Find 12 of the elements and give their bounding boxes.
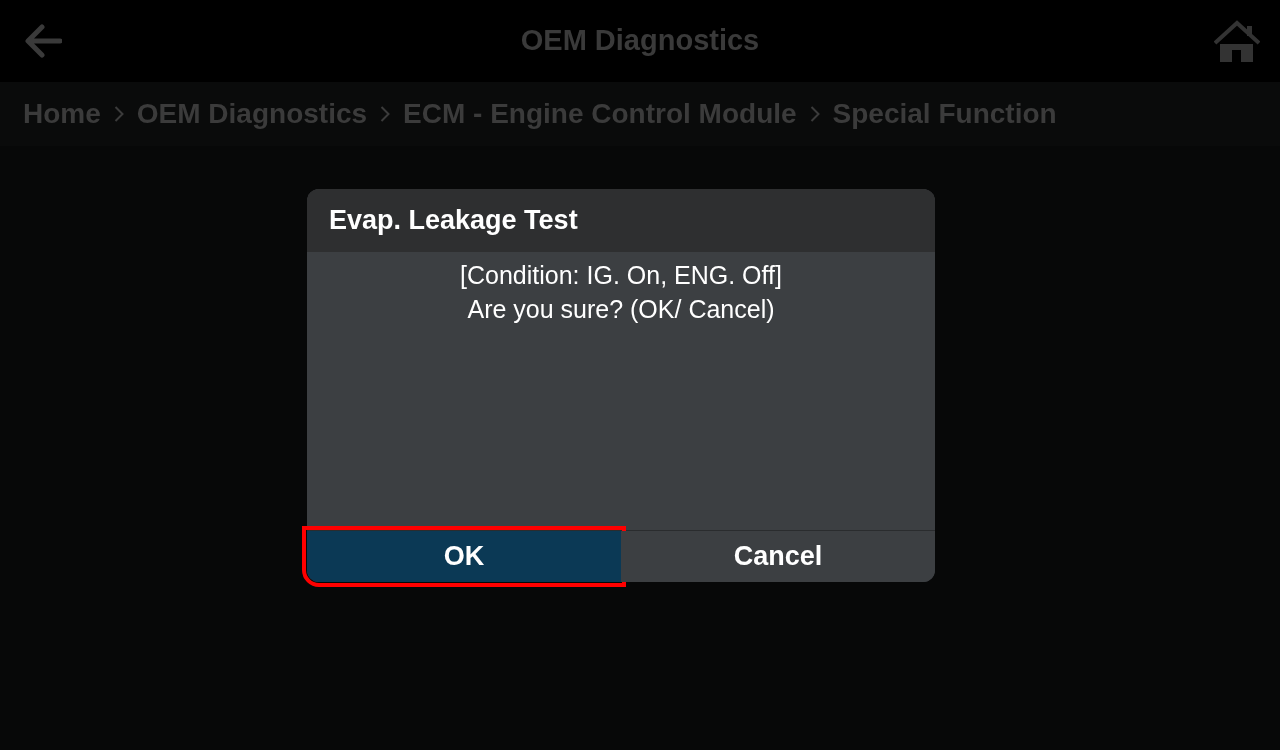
back-arrow-icon	[24, 24, 62, 58]
chevron-icon	[380, 105, 391, 123]
home-icon	[1214, 20, 1260, 62]
dialog-button[interactable]: Cancel	[621, 531, 935, 582]
chevron-icon	[113, 105, 124, 123]
home-button[interactable]	[1214, 20, 1260, 62]
dialog-message: [Condition: IG. On, ENG. Off]	[459, 260, 783, 291]
chevron-icon	[809, 105, 820, 123]
dialog-message: Are you sure? (OK/ Cancel)	[466, 294, 776, 325]
dialog-title: Evap. Leakage Test	[329, 204, 578, 238]
screen-title: OEM Diagnostics	[520, 23, 760, 59]
back-button[interactable]	[24, 24, 62, 58]
